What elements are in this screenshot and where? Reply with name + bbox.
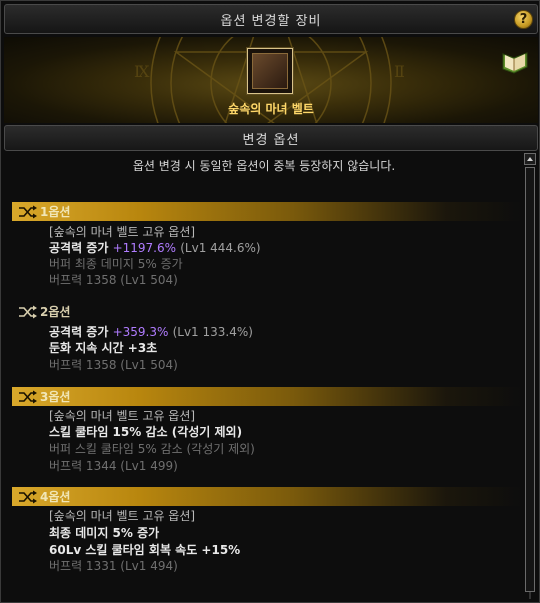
- option-change-window: 옵션 변경할 장비 ? Ⅸ Ⅱ 숲속의 마녀 벨트 변경 옵션 옵션 변경 시 …: [0, 0, 540, 603]
- option-header-4[interactable]: 4옵션: [12, 487, 522, 506]
- stat-line: 최종 데미지 5% 증가: [49, 526, 160, 540]
- shuffle-icon: [19, 305, 37, 318]
- item-slot[interactable]: [247, 48, 293, 94]
- book-icon[interactable]: [500, 49, 530, 75]
- unique-option-line: [숲속의 마녀 벨트 고유 옵션]: [49, 409, 196, 423]
- scroll-thumb[interactable]: [525, 167, 535, 592]
- shuffle-icon: [19, 390, 37, 403]
- buff-power-line: 버프력 1358 (Lv1 504): [49, 273, 178, 287]
- window-title-bar: 옵션 변경할 장비 ?: [4, 4, 538, 34]
- stat-value: +359.3%: [112, 325, 169, 339]
- stat-value: +1197.6%: [112, 241, 177, 255]
- stat-line: 공격력 증가 +359.3% (Lv1 133.4%): [49, 323, 253, 340]
- option-label: 2옵션: [40, 305, 71, 319]
- scroll-up-button[interactable]: [524, 153, 536, 165]
- option-label: 4옵션: [40, 490, 71, 504]
- option-label: 1옵션: [40, 205, 71, 219]
- stat-lv1-value: (Lv1 133.4%): [172, 325, 253, 339]
- item-name: 숲속의 마녀 벨트: [228, 102, 314, 116]
- buffer-line: 버퍼 최종 데미지 5% 증가: [49, 257, 183, 271]
- item-banner: Ⅸ Ⅱ 숲속의 마녀 벨트: [4, 37, 538, 123]
- window-title: 옵션 변경할 장비: [220, 13, 322, 29]
- section-title: 변경 옵션: [242, 132, 300, 148]
- option-label: 3옵션: [40, 390, 71, 404]
- option-header-1[interactable]: 1옵션: [12, 202, 522, 221]
- scrollbar[interactable]: [524, 153, 536, 601]
- notice-text: 옵션 변경 시 동일한 옵션이 중복 등장하지 않습니다.: [132, 159, 396, 173]
- unique-option-line: [숲속의 마녀 벨트 고유 옵션]: [49, 225, 196, 239]
- stat-line: 60Lv 스킬 쿨타임 회복 속도 +15%: [49, 543, 241, 557]
- stat-line: 스킬 쿨타임 15% 감소 (각성기 제외): [49, 425, 243, 439]
- stat-name: 공격력 증가: [49, 241, 109, 255]
- stat-line: 공격력 증가 +1197.6% (Lv1 444.6%): [49, 239, 261, 256]
- option-header-2[interactable]: 2옵션: [12, 302, 522, 321]
- stat-lv1-value: (Lv1 444.6%): [180, 241, 261, 255]
- option-list: 옵션 변경 시 동일한 옵션이 중복 등장하지 않습니다. 1옵션 [숲속의 마…: [4, 153, 522, 601]
- svg-text:Ⅱ: Ⅱ: [394, 62, 405, 81]
- section-header: 변경 옵션: [4, 125, 538, 151]
- stat-name: 공격력 증가: [49, 325, 109, 339]
- option-header-3[interactable]: 3옵션: [12, 387, 522, 406]
- belt-icon: [252, 53, 288, 89]
- help-button[interactable]: ?: [514, 10, 533, 29]
- buff-power-line: 버프력 1358 (Lv1 504): [49, 358, 178, 372]
- unique-option-line: [숲속의 마녀 벨트 고유 옵션]: [49, 509, 196, 523]
- shuffle-icon: [19, 490, 37, 503]
- buff-power-line: 버프력 1344 (Lv1 499): [49, 459, 178, 473]
- buff-power-line: 버프력 1331 (Lv1 494): [49, 559, 178, 573]
- buffer-line: 버퍼 스킬 쿨타임 5% 감소 (각성기 제외): [49, 442, 255, 456]
- shuffle-icon: [19, 205, 37, 218]
- svg-text:Ⅸ: Ⅸ: [134, 62, 150, 81]
- stat-line: 둔화 지속 시간 +3초: [49, 341, 158, 355]
